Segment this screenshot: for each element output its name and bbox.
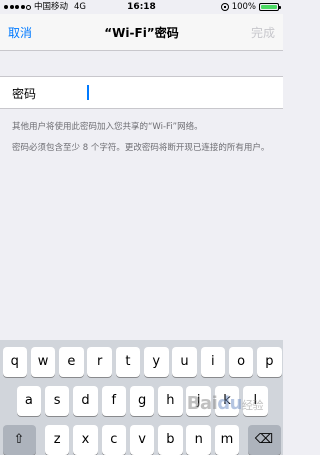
- status-right: 100%: [220, 0, 281, 14]
- battery-percent: 100%: [231, 2, 256, 12]
- key-t[interactable]: t: [115, 347, 141, 377]
- password-input[interactable]: [86, 82, 271, 102]
- navigation-bar: 取消 “Wi-Fi”密码 完成: [0, 14, 283, 51]
- key-o[interactable]: o: [228, 347, 254, 377]
- key-u[interactable]: u: [172, 347, 197, 377]
- key-b[interactable]: b: [158, 425, 183, 455]
- key-f[interactable]: f: [101, 386, 127, 416]
- done-button[interactable]: 完成: [251, 24, 275, 41]
- key-v[interactable]: v: [129, 425, 155, 455]
- battery-icon: [259, 3, 281, 11]
- baidu-watermark: Baidu经验: [186, 393, 264, 414]
- key-i[interactable]: i: [200, 347, 226, 377]
- key-r[interactable]: r: [87, 347, 112, 377]
- key-p[interactable]: p: [257, 347, 282, 377]
- shift-key[interactable]: ⇧: [2, 425, 36, 455]
- key-d[interactable]: d: [73, 386, 98, 416]
- delete-key[interactable]: ⌫: [247, 425, 281, 455]
- status-bar: 中国移动 4G 16:18 100%: [0, 0, 283, 14]
- key-a[interactable]: a: [16, 386, 42, 416]
- key-w[interactable]: w: [30, 347, 56, 377]
- password-label: 密码: [12, 87, 37, 101]
- password-row: 密码: [0, 76, 283, 109]
- key-h[interactable]: h: [158, 386, 183, 416]
- key-z[interactable]: z: [44, 425, 70, 455]
- key-g[interactable]: g: [129, 386, 155, 416]
- key-s[interactable]: s: [44, 386, 70, 416]
- key-x[interactable]: x: [73, 425, 98, 455]
- hint-requirement-text: 密码必须包含至少 8 个字符。更改密码将断开现已连接的所有用户。: [12, 143, 270, 153]
- text-cursor: [87, 85, 89, 100]
- rotation-lock-icon: [220, 3, 229, 11]
- key-n[interactable]: n: [186, 425, 211, 455]
- key-m[interactable]: m: [214, 425, 240, 455]
- hint-share-text: 其他用户将使用此密码加入您共享的“Wi-Fi”网络。: [12, 122, 203, 132]
- key-y[interactable]: y: [144, 347, 169, 377]
- key-q[interactable]: q: [2, 347, 27, 377]
- key-e[interactable]: e: [59, 347, 84, 377]
- key-c[interactable]: c: [101, 425, 127, 455]
- page-title: “Wi-Fi”密码: [104, 26, 179, 40]
